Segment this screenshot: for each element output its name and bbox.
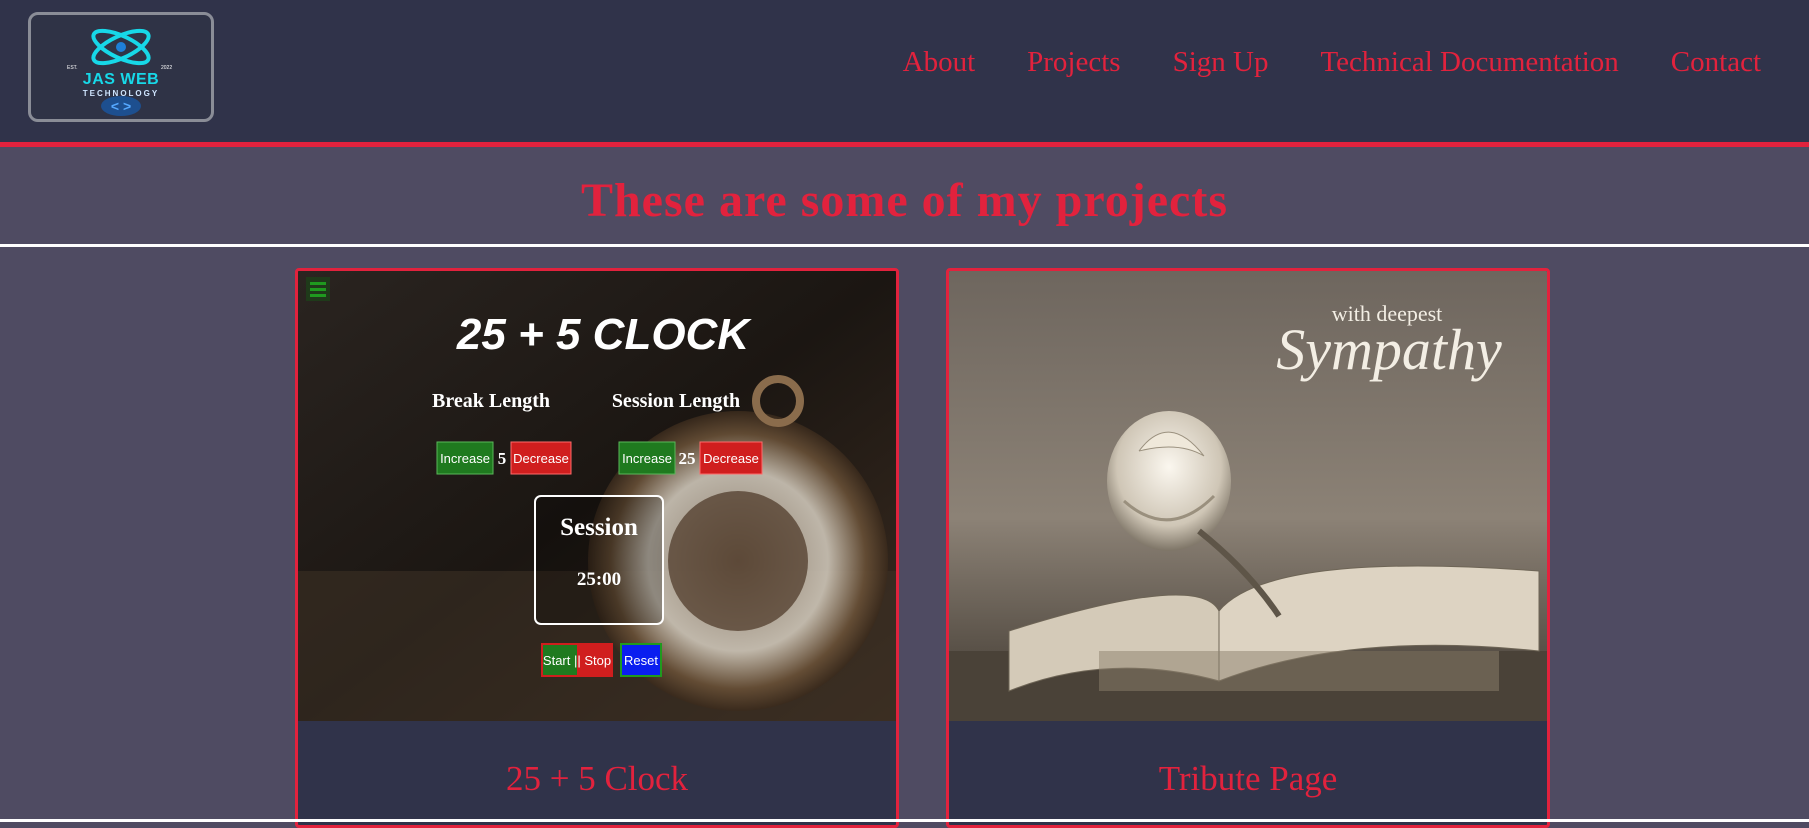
- code-glyph: < >: [111, 98, 131, 114]
- project-card-tribute[interactable]: with deepest Sympathy Tribute Page: [946, 268, 1550, 828]
- main-nav: About Projects Sign Up Technical Documen…: [903, 46, 1761, 79]
- clock-app-title: 25 + 5 CLOCK: [456, 310, 752, 359]
- start-stop-button: Start || Stop: [543, 653, 611, 668]
- logo-subtitle: TECHNOLOGY: [82, 89, 160, 98]
- logo-brand: JAS WEB: [82, 71, 160, 88]
- reset-button: Reset: [624, 653, 658, 668]
- clock-app-screenshot: 25 + 5 CLOCK Break Length Session Length…: [298, 271, 896, 721]
- projects-heading-band: These are some of my projects: [0, 147, 1809, 247]
- nav-sign-up[interactable]: Sign Up: [1173, 46, 1269, 79]
- timer-label: Session: [560, 514, 638, 541]
- break-length-label: Break Length: [432, 390, 550, 412]
- session-decrease-button: Decrease: [703, 451, 759, 466]
- project-thumbnail-clock[interactable]: 25 + 5 CLOCK Break Length Session Length…: [298, 271, 896, 721]
- session-value: 25: [679, 449, 696, 468]
- tribute-script-text: Sympathy: [1276, 317, 1502, 382]
- site-logo[interactable]: < > EST. 2022 JAS WEB TECHNOLOGY: [28, 12, 214, 122]
- tribute-page-screenshot: with deepest Sympathy: [949, 271, 1547, 721]
- break-decrease-button: Decrease: [513, 451, 569, 466]
- project-card-clock[interactable]: 25 + 5 CLOCK Break Length Session Length…: [295, 268, 899, 828]
- nav-technical-documentation[interactable]: Technical Documentation: [1320, 46, 1618, 79]
- session-length-label: Session Length: [612, 390, 740, 412]
- project-thumbnail-tribute[interactable]: with deepest Sympathy: [949, 271, 1547, 721]
- nav-projects[interactable]: Projects: [1027, 46, 1120, 79]
- session-increase-button: Increase: [622, 451, 672, 466]
- break-value: 5: [498, 449, 507, 468]
- nav-contact[interactable]: Contact: [1671, 46, 1761, 79]
- project-title-clock[interactable]: 25 + 5 Clock: [298, 759, 896, 799]
- atom-logo-icon: < >: [91, 28, 151, 116]
- site-header: < > EST. 2022 JAS WEB TECHNOLOGY About P…: [0, 0, 1809, 147]
- nav-about[interactable]: About: [903, 46, 976, 79]
- project-title-tribute[interactable]: Tribute Page: [949, 759, 1547, 799]
- page-title: These are some of my projects: [580, 174, 1229, 227]
- break-increase-button: Increase: [440, 451, 490, 466]
- timer-value: 25:00: [577, 569, 621, 590]
